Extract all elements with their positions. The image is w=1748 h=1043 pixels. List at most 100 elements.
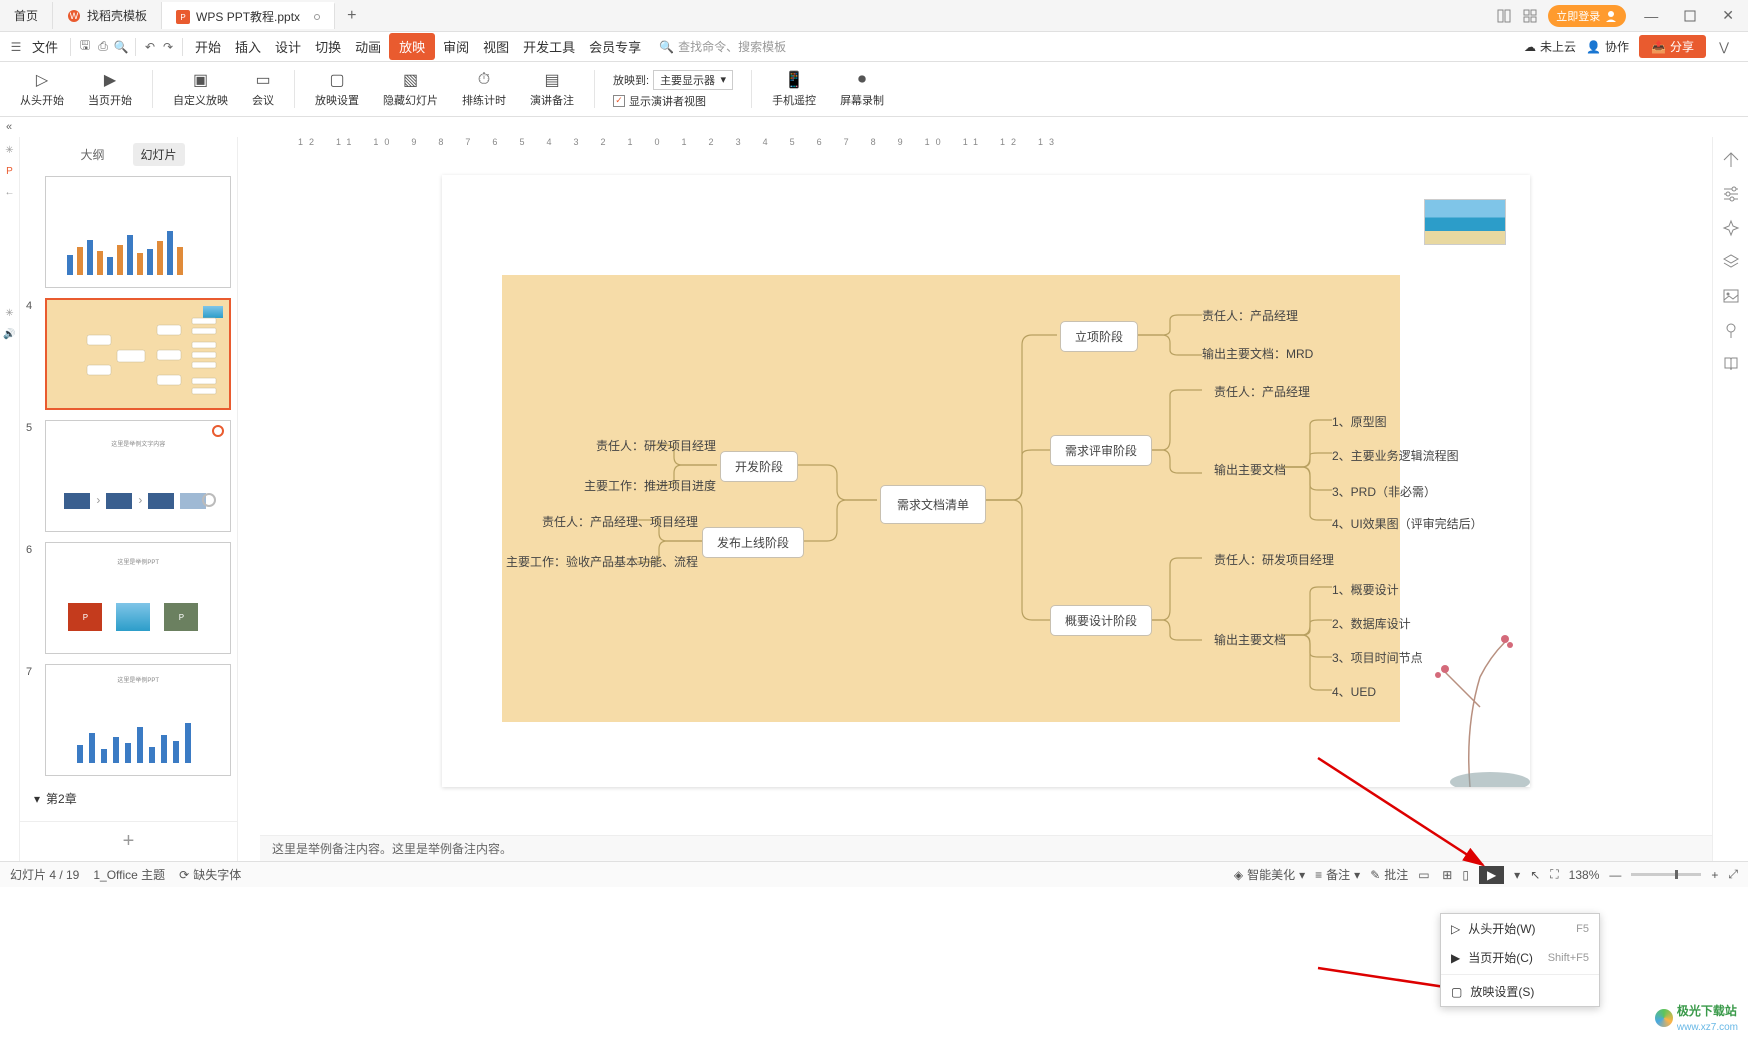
horizontal-ruler: 121110987654321012345678910111213 — [260, 137, 1712, 155]
tab-document[interactable]: P WPS PPT教程.pptx — [162, 2, 335, 29]
popup-fromstart[interactable]: ▷ 从头开始(W)F5 — [1441, 914, 1599, 943]
save-icon[interactable]: 🖫 — [77, 39, 93, 55]
file-menu[interactable]: 文件 — [26, 33, 64, 60]
rb-phone[interactable]: 📱手机遥控 — [762, 70, 826, 108]
slide-thumb-3[interactable] — [45, 176, 231, 288]
presenter-view-checkbox[interactable]: ✓显示演讲者视图 — [613, 93, 733, 109]
grid-icon[interactable] — [1522, 8, 1538, 24]
slide-thumb-7[interactable]: 这里是举例PPT — [45, 664, 231, 776]
tab-home[interactable]: 首页 — [0, 2, 53, 29]
check-icon: ✓ — [613, 95, 625, 107]
rb-meeting[interactable]: ▭会议 — [242, 70, 284, 108]
undo-icon[interactable]: ↶ — [142, 39, 158, 55]
rb-fromstart[interactable]: ▷从头开始 — [10, 70, 74, 108]
share-button[interactable]: 📤 分享 — [1639, 35, 1706, 58]
zoom-value[interactable]: 138% — [1569, 868, 1600, 882]
pin-icon[interactable] — [1722, 321, 1740, 339]
book-icon[interactable] — [1722, 355, 1740, 373]
record-icon: ⏺ — [852, 70, 872, 90]
play-button[interactable]: ▶ — [1479, 866, 1504, 884]
tab-add[interactable]: + — [335, 7, 368, 25]
rb-curpage[interactable]: ▶当页开始 — [78, 70, 142, 108]
preview-icon[interactable]: 🔍 — [113, 39, 129, 55]
tab-templates[interactable]: W 找稻壳模板 — [53, 2, 162, 29]
mm-rel: 发布上线阶段 — [702, 527, 804, 558]
popup-current[interactable]: ▶ 当页开始(C)Shift+F5 — [1441, 943, 1599, 972]
anim-marker-icon: ✳ — [5, 308, 13, 319]
zoom-out[interactable]: — — [1609, 868, 1621, 882]
slide-stage[interactable]: 需求文档清单 开发阶段 责任人：研发项目经理 主要工作：推进项目进度 发布上线阶… — [260, 155, 1712, 835]
right-toolbar — [1712, 137, 1748, 861]
slide-thumb-6[interactable]: 这里是举例PPT P P — [45, 542, 231, 654]
menu-start[interactable]: 开始 — [189, 33, 227, 60]
image-icon[interactable] — [1722, 287, 1740, 305]
rb-record[interactable]: ⏺屏幕录制 — [830, 70, 894, 108]
rb-timing[interactable]: ⏱排练计时 — [452, 70, 516, 108]
notes-pane[interactable]: 这里是举例备注内容。这里是举例备注内容。 — [260, 835, 1712, 861]
tab-close-icon[interactable] — [314, 14, 320, 20]
collapse-ribbon-icon[interactable]: ⋁ — [1716, 39, 1732, 55]
cloud-status[interactable]: ☁ 未上云 — [1524, 38, 1576, 55]
smart-beautify[interactable]: ◈ 智能美化 ▾ — [1234, 866, 1305, 883]
menu-devtools[interactable]: 开发工具 — [517, 33, 581, 60]
chevron-down-icon: ▾ — [34, 792, 40, 806]
layers-icon[interactable] — [1722, 253, 1740, 271]
tab-outline[interactable]: 大纲 — [72, 143, 112, 166]
menu-review[interactable]: 审阅 — [437, 33, 475, 60]
print-icon[interactable]: ⎙ — [95, 39, 111, 55]
minimize-button[interactable]: — — [1636, 4, 1666, 28]
mm-des-p: 责任人：研发项目经理 — [1214, 551, 1334, 568]
collapse-panel-button[interactable]: « — [0, 117, 18, 137]
close-button[interactable]: ✕ — [1714, 3, 1742, 28]
tab-slides[interactable]: 幻灯片 — [133, 143, 185, 166]
missing-fonts[interactable]: ⟳ 缺失字体 — [179, 866, 241, 883]
menu-slideshow[interactable]: 放映 — [389, 33, 435, 60]
menu-insert[interactable]: 插入 — [229, 33, 267, 60]
sliders-icon[interactable] — [1722, 185, 1740, 203]
menu-animation[interactable]: 动画 — [349, 33, 387, 60]
layout-icon[interactable] — [1496, 8, 1512, 24]
add-slide-button[interactable]: + — [20, 821, 237, 861]
rb-custom[interactable]: ▣自定义放映 — [163, 70, 238, 108]
play-dropdown[interactable]: ▾ — [1514, 868, 1520, 882]
sparkle-icon[interactable] — [1722, 219, 1740, 237]
rb-settings[interactable]: ▢放映设置 — [305, 70, 369, 108]
login-button[interactable]: 立即登录 — [1548, 5, 1626, 27]
chevron-down-icon: ▾ — [721, 73, 727, 86]
mm-rev-p: 责任人：产品经理 — [1214, 383, 1310, 400]
ppt-icon: P — [176, 10, 190, 24]
section-header[interactable]: ▾第2章 — [26, 786, 231, 811]
view-reading-icon[interactable]: ▯ — [1462, 868, 1469, 882]
hide-slide-icon: ▧ — [401, 70, 421, 90]
mindmap: 需求文档清单 开发阶段 责任人：研发项目经理 主要工作：推进项目进度 发布上线阶… — [502, 275, 1400, 722]
maximize-button[interactable] — [1676, 6, 1704, 26]
view-sorter-icon[interactable]: ⊞ — [1442, 868, 1452, 882]
menu-vip[interactable]: 会员专享 — [583, 33, 647, 60]
popup-settings[interactable]: ▢ 放映设置(S) — [1441, 977, 1599, 1006]
zoom-slider[interactable] — [1631, 873, 1701, 876]
command-search[interactable]: 🔍 查找命令、搜索模板 — [659, 38, 786, 55]
rb-hide[interactable]: ▧隐藏幻灯片 — [373, 70, 448, 108]
mm-des-i4: 4、UED — [1332, 683, 1376, 700]
fullscreen-icon[interactable]: ⤢ — [1728, 867, 1738, 882]
view-normal-icon[interactable]: ▭ — [1418, 868, 1432, 882]
coop-button[interactable]: 👤 协作 — [1586, 38, 1629, 55]
display-target-select[interactable]: 主要显示器▾ — [653, 70, 733, 90]
slide-thumb-5[interactable]: 这里是举例文字内容 › › — [45, 420, 231, 532]
menu-design[interactable]: 设计 — [269, 33, 307, 60]
nav-icon[interactable] — [1722, 151, 1740, 169]
sb-notes[interactable]: ≡ 备注 ▾ — [1315, 866, 1360, 883]
slide-thumb-4[interactable] — [45, 298, 231, 410]
page-indicator[interactable]: 幻灯片 4 / 19 — [10, 866, 79, 883]
redo-icon[interactable]: ↷ — [160, 39, 176, 55]
menu-icon[interactable]: ☰ — [8, 39, 24, 55]
rb-notes[interactable]: ▤演讲备注 — [520, 70, 584, 108]
zoom-in[interactable]: + — [1711, 868, 1718, 882]
mm-rev-i2: 2、主要业务逻辑流程图 — [1332, 447, 1459, 464]
sb-comments[interactable]: ✎ 批注 — [1370, 866, 1408, 883]
theme-indicator[interactable]: 1_Office 主题 — [93, 866, 165, 883]
fit-icon[interactable]: ⛶ — [1550, 867, 1558, 882]
statusbar: 幻灯片 4 / 19 1_Office 主题 ⟳ 缺失字体 ◈ 智能美化 ▾ ≡… — [0, 861, 1748, 887]
menu-transition[interactable]: 切换 — [309, 33, 347, 60]
menu-view[interactable]: 视图 — [477, 33, 515, 60]
